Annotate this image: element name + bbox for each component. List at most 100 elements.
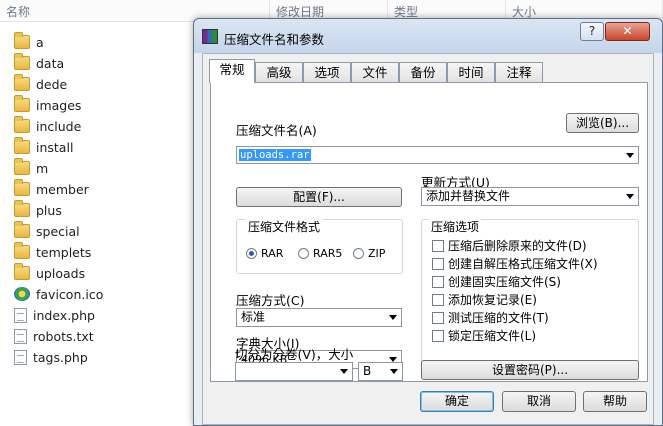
tab-general[interactable]: 常规 <box>209 59 255 83</box>
option-solid[interactable]: 创建固实压缩文件(S) <box>432 273 561 290</box>
list-item[interactable]: include <box>10 116 190 136</box>
option-label: 添加恢复记录(E) <box>448 293 537 307</box>
file-name: member <box>36 181 89 197</box>
options-group: 压缩选项 压缩后删除原来的文件(D) 创建自解压格式压缩文件(X) 创建固实压缩… <box>421 218 639 365</box>
folder-icon <box>14 95 30 112</box>
checkbox-icon <box>432 293 444 306</box>
dialog-title: 压缩文件名和参数 <box>224 32 325 47</box>
split-label: 切分为分卷(V)，大小 <box>235 347 354 362</box>
file-name: plus <box>36 202 62 218</box>
folder-icon <box>14 200 30 217</box>
tab-backup[interactable]: 备份 <box>399 62 447 82</box>
profiles-button[interactable]: 配置(F)... <box>236 187 402 207</box>
format-rar-radio[interactable]: RAR <box>246 247 283 260</box>
list-item[interactable]: uploads <box>10 263 190 283</box>
format-rar-label: RAR <box>261 247 284 260</box>
help-button[interactable]: 帮助 <box>583 391 647 412</box>
checkbox-icon <box>432 329 444 342</box>
format-rar5-label: RAR5 <box>313 247 343 260</box>
format-group: 压缩文件格式 RAR RAR5 ZIP <box>236 218 403 274</box>
file-name: include <box>36 118 82 134</box>
list-item[interactable]: tags.php <box>10 347 190 367</box>
tab-comment[interactable]: 注释 <box>495 62 543 82</box>
file-name: uploads <box>36 265 86 281</box>
list-item[interactable]: m <box>10 158 190 178</box>
chevron-down-icon <box>390 369 398 374</box>
browse-button[interactable]: 浏览(B)... <box>566 113 639 133</box>
cancel-button[interactable]: 取消 <box>502 391 576 412</box>
archive-dialog: 压缩文件名和参数 ? ✕ 常规 高级 选项 文件 备份 时间 注释 压缩文件名(… <box>193 18 663 426</box>
close-button[interactable]: ✕ <box>605 22 650 41</box>
list-item[interactable]: special <box>10 221 190 241</box>
archive-name-value: uploads.rar <box>239 149 311 161</box>
format-zip-label: ZIP <box>368 247 386 260</box>
file-name: images <box>36 97 82 113</box>
folder-icon <box>14 263 30 280</box>
method-label: 压缩方式(C) <box>236 293 305 308</box>
split-size-input[interactable] <box>235 362 353 381</box>
folder-icon <box>14 74 30 91</box>
method-select[interactable]: 标准 <box>236 308 402 327</box>
option-label: 创建固实压缩文件(S) <box>448 275 561 289</box>
tab-files[interactable]: 文件 <box>351 62 399 82</box>
option-label: 锁定压缩文件(L) <box>448 329 537 343</box>
file-name: install <box>36 139 74 155</box>
method-value: 标准 <box>241 310 266 324</box>
file-name: special <box>36 223 80 239</box>
checkbox-icon <box>432 311 444 324</box>
format-rar5-radio[interactable]: RAR5 <box>298 247 342 260</box>
folder-icon <box>14 158 30 175</box>
file-name: templets <box>36 244 92 260</box>
option-sfx[interactable]: 创建自解压格式压缩文件(X) <box>432 255 598 272</box>
option-recovery[interactable]: 添加恢复记录(E) <box>432 291 537 308</box>
help-title-button[interactable]: ? <box>580 22 604 41</box>
option-delete-after[interactable]: 压缩后删除原来的文件(D) <box>432 237 587 254</box>
dialog-body: 常规 高级 选项 文件 备份 时间 注释 压缩文件名(A) 浏览(B)... u… <box>202 53 654 425</box>
file-name: tags.php <box>33 349 88 365</box>
tab-options[interactable]: 选项 <box>303 62 351 82</box>
update-mode-value: 添加并替换文件 <box>426 189 511 203</box>
list-item[interactable]: index.php <box>10 305 190 325</box>
option-lock[interactable]: 锁定压缩文件(L) <box>432 327 536 344</box>
winrar-icon <box>202 29 218 44</box>
general-panel: 压缩文件名(A) 浏览(B)... uploads.rar 更新方式(U) 添加… <box>210 82 648 382</box>
radio-icon <box>298 248 309 259</box>
chevron-down-icon <box>626 194 634 199</box>
list-item[interactable]: a <box>10 32 190 52</box>
file-name: m <box>36 160 49 176</box>
list-item[interactable]: member <box>10 179 190 199</box>
title-bar[interactable]: 压缩文件名和参数 ? ✕ <box>194 19 662 53</box>
update-mode-select[interactable]: 添加并替换文件 <box>421 187 639 206</box>
list-item[interactable]: install <box>10 137 190 157</box>
file-name: favicon.ico <box>36 286 104 302</box>
set-password-button[interactable]: 设置密码(P)... <box>421 360 639 380</box>
archive-name-input[interactable]: uploads.rar <box>236 146 639 164</box>
list-item[interactable]: images <box>10 95 190 115</box>
folder-icon <box>14 116 30 133</box>
folder-icon <box>14 221 30 238</box>
option-test[interactable]: 测试压缩的文件(T) <box>432 309 549 326</box>
radio-icon <box>353 248 364 259</box>
format-zip-radio[interactable]: ZIP <box>353 247 385 260</box>
option-label: 测试压缩的文件(T) <box>448 311 549 325</box>
list-item[interactable]: robots.txt <box>10 326 190 346</box>
file-name: index.php <box>33 307 95 323</box>
list-item[interactable]: templets <box>10 242 190 262</box>
folder-icon <box>14 53 30 70</box>
options-group-label: 压缩选项 <box>429 218 482 235</box>
folder-icon <box>14 32 30 49</box>
chevron-down-icon[interactable] <box>626 153 634 158</box>
file-name: robots.txt <box>33 328 94 344</box>
ok-button[interactable]: 确定 <box>420 391 494 412</box>
list-item[interactable]: dede <box>10 74 190 94</box>
format-group-label: 压缩文件格式 <box>246 218 323 235</box>
tab-advanced[interactable]: 高级 <box>255 62 303 82</box>
option-label: 压缩后删除原来的文件(D) <box>448 239 587 253</box>
checkbox-icon <box>432 257 444 270</box>
split-unit-select[interactable]: B <box>358 362 403 381</box>
list-item[interactable]: plus <box>10 200 190 220</box>
list-item[interactable]: data <box>10 53 190 73</box>
folder-icon <box>14 179 30 196</box>
list-item[interactable]: favicon.ico <box>10 284 190 304</box>
tab-time[interactable]: 时间 <box>447 62 495 82</box>
